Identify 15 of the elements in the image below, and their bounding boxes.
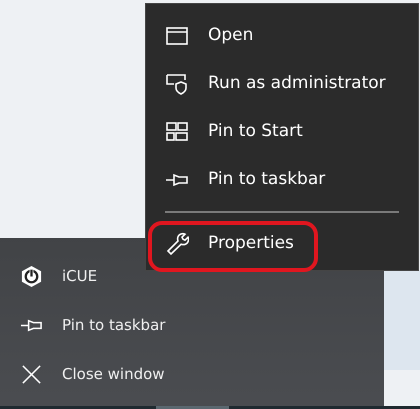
window-icon (165, 24, 189, 48)
menu-item[interactable]: Properties (208, 231, 294, 257)
shield-monitor-icon (165, 72, 189, 96)
power-logo-icon (20, 265, 43, 288)
menu-item[interactable]: Close window (62, 363, 165, 386)
menu-item[interactable]: Open (208, 23, 254, 49)
taskbar-button[interactable] (156, 406, 229, 409)
menu-item[interactable]: Run as administrator (208, 71, 386, 97)
menu-item[interactable]: Pin to Start (208, 119, 303, 145)
tiles-icon (165, 120, 189, 144)
wrench-icon (165, 232, 189, 256)
menu-item[interactable]: Pin to taskbar (208, 167, 326, 193)
close-icon (20, 363, 43, 386)
menu-item[interactable]: Pin to taskbar (62, 314, 166, 337)
menu-item[interactable]: iCUE (62, 265, 98, 288)
